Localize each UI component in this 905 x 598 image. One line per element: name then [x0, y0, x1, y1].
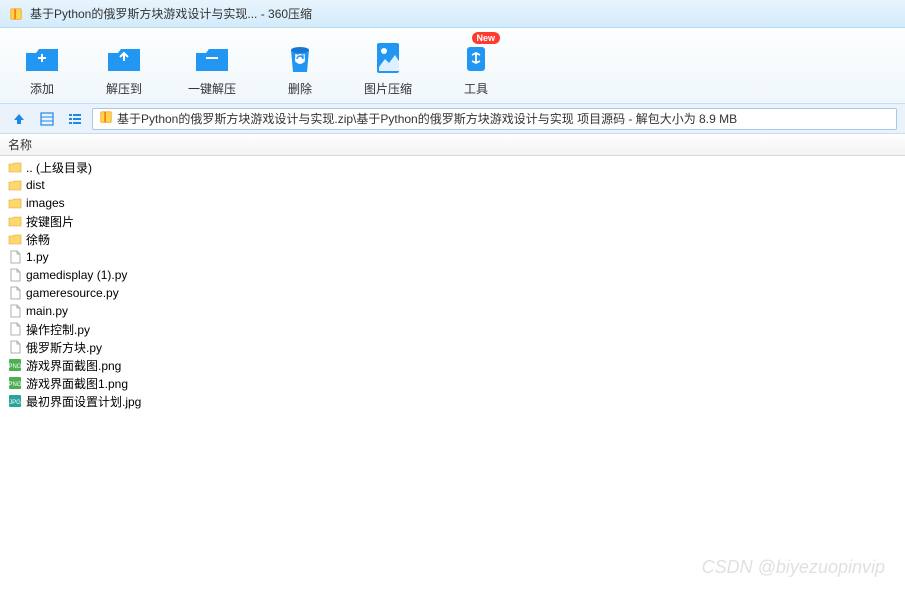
file-name: .. (上级目录)	[26, 159, 92, 176]
tools-label: 工具	[464, 80, 488, 97]
tools-button[interactable]: New 工具	[450, 36, 502, 101]
file-icon	[8, 286, 22, 300]
png-icon: PNG	[8, 376, 22, 390]
file-row[interactable]: 按键图片	[4, 212, 901, 230]
image-compress-icon	[370, 40, 406, 76]
add-button[interactable]: 添加	[16, 36, 68, 101]
folder-icon	[8, 232, 22, 246]
file-name: 俄罗斯方块.py	[26, 339, 102, 356]
file-row[interactable]: gameresource.py	[4, 284, 901, 302]
file-row[interactable]: 操作控制.py	[4, 320, 901, 338]
file-icon	[8, 250, 22, 264]
delete-icon	[282, 40, 318, 76]
add-label: 添加	[30, 80, 54, 97]
file-name: gameresource.py	[26, 286, 119, 300]
file-name: 1.py	[26, 250, 49, 264]
file-row[interactable]: dist	[4, 176, 901, 194]
file-name: 操作控制.py	[26, 321, 90, 338]
folder-icon	[8, 178, 22, 192]
one-click-extract-icon	[194, 40, 230, 76]
png-icon: PNG	[8, 358, 22, 372]
file-row[interactable]: main.py	[4, 302, 901, 320]
svg-text:PNG: PNG	[8, 364, 21, 370]
file-name: dist	[26, 178, 45, 192]
toolbar: 添加 解压到 一键解压 删除 图片压缩 New 工具	[0, 28, 905, 104]
path-text: 基于Python的俄罗斯方块游戏设计与实现.zip\基于Python的俄罗斯方块…	[117, 110, 737, 127]
up-button[interactable]	[8, 108, 30, 130]
file-row[interactable]: images	[4, 194, 901, 212]
file-list: .. (上级目录) dist images 按键图片徐畅 1.py gamedisplay…	[0, 156, 905, 412]
file-row[interactable]: 1.py	[4, 248, 901, 266]
file-row[interactable]: 俄罗斯方块.py	[4, 338, 901, 356]
svg-text:JPG: JPG	[9, 400, 21, 406]
path-field[interactable]: 基于Python的俄罗斯方块游戏设计与实现.zip\基于Python的俄罗斯方块…	[92, 108, 897, 130]
extract-to-button[interactable]: 解压到	[98, 36, 150, 101]
window-title: 基于Python的俄罗斯方块游戏设计与实现... - 360压缩	[30, 5, 312, 22]
file-name: 游戏界面截图.png	[26, 357, 121, 374]
file-row[interactable]: .. (上级目录)	[4, 158, 901, 176]
one-click-extract-button[interactable]: 一键解压	[180, 36, 244, 101]
delete-label: 删除	[288, 80, 312, 97]
file-row[interactable]: 徐畅	[4, 230, 901, 248]
view-details-button[interactable]	[36, 108, 58, 130]
jpg-icon: JPG	[8, 394, 22, 408]
extract-to-icon	[106, 40, 142, 76]
add-icon	[24, 40, 60, 76]
tools-icon	[458, 40, 494, 76]
file-row[interactable]: JPG 最初界面设置计划.jpg	[4, 392, 901, 410]
view-list-button[interactable]	[64, 108, 86, 130]
file-icon	[8, 340, 22, 354]
file-name: gamedisplay (1).py	[26, 268, 127, 282]
col-name: 名称	[8, 136, 32, 153]
image-compress-label: 图片压缩	[364, 80, 412, 97]
file-name: images	[26, 196, 65, 210]
one-click-extract-label: 一键解压	[188, 80, 236, 97]
titlebar: 基于Python的俄罗斯方块游戏设计与实现... - 360压缩	[0, 0, 905, 28]
folder-icon	[8, 214, 22, 228]
delete-button[interactable]: 删除	[274, 36, 326, 101]
file-name: 徐畅	[26, 231, 50, 248]
folder-icon	[8, 196, 22, 210]
svg-text:PNG: PNG	[8, 382, 21, 388]
archive-icon	[99, 110, 113, 127]
app-icon	[8, 6, 24, 22]
file-name: 最初界面设置计划.jpg	[26, 393, 141, 410]
extract-to-label: 解压到	[106, 80, 142, 97]
watermark: CSDN @biyezuopinvip	[702, 557, 885, 578]
file-name: 游戏界面截图1.png	[26, 375, 128, 392]
file-name: 按键图片	[26, 213, 74, 230]
file-row[interactable]: PNG 游戏界面截图1.png	[4, 374, 901, 392]
new-badge: New	[472, 32, 501, 44]
column-header[interactable]: 名称	[0, 134, 905, 156]
folder-up-icon	[8, 160, 22, 174]
image-compress-button[interactable]: 图片压缩	[356, 36, 420, 101]
file-name: main.py	[26, 304, 68, 318]
file-row[interactable]: gamedisplay (1).py	[4, 266, 901, 284]
pathbar: 基于Python的俄罗斯方块游戏设计与实现.zip\基于Python的俄罗斯方块…	[0, 104, 905, 134]
file-icon	[8, 268, 22, 282]
file-icon	[8, 322, 22, 336]
file-row[interactable]: PNG 游戏界面截图.png	[4, 356, 901, 374]
file-icon	[8, 304, 22, 318]
